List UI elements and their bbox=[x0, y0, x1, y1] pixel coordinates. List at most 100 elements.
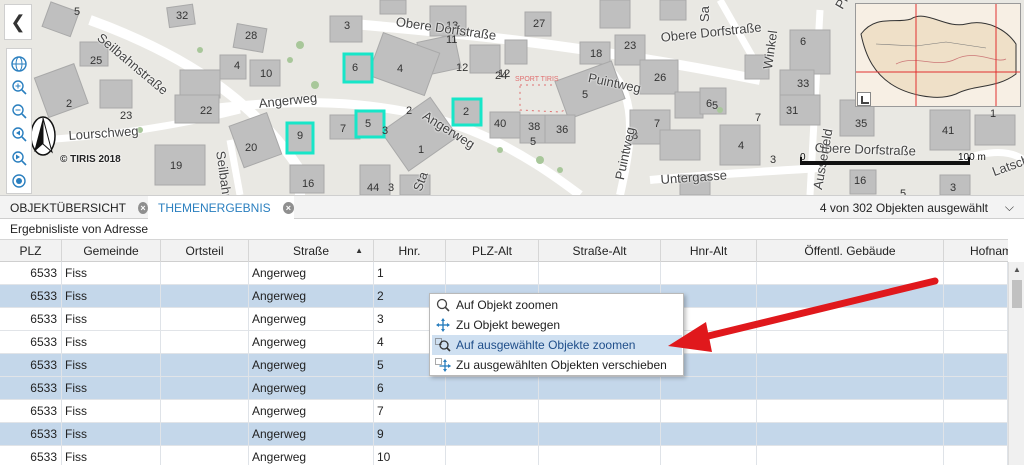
result-list-title: Ergebnisliste von Adresse bbox=[10, 222, 149, 236]
table-row[interactable]: 6533 Fiss Angerweg 9 bbox=[0, 423, 1008, 446]
cell-gemeinde: Fiss bbox=[62, 423, 161, 446]
table-row[interactable]: 6533 Fiss Angerweg 6 bbox=[0, 377, 1008, 400]
cell-strasse: Angerweg bbox=[249, 308, 374, 331]
house-number-label: 19 bbox=[170, 160, 183, 172]
cell-hnr-alt bbox=[661, 377, 757, 400]
cell-ortsteil bbox=[161, 331, 249, 354]
house-number-label: 44 bbox=[367, 182, 380, 194]
house-number-label: 6 bbox=[800, 36, 807, 48]
cell-hofname bbox=[944, 400, 1008, 423]
column-header-gemeinde[interactable]: Gemeinde bbox=[62, 240, 161, 262]
house-number-label: 32 bbox=[176, 10, 189, 22]
cell-strasse-alt bbox=[539, 262, 661, 285]
zoom-out-icon[interactable] bbox=[9, 101, 29, 121]
tab-label: OBJEKTÜBERSICHT bbox=[10, 200, 127, 215]
move-icon bbox=[434, 316, 452, 334]
cell-strasse-alt bbox=[539, 446, 661, 465]
cell-plz: 6533 bbox=[0, 262, 62, 285]
magnifier-icon bbox=[434, 296, 452, 314]
menu-item-label: Auf ausgewählte Objekte zoomen bbox=[456, 338, 636, 352]
close-icon[interactable]: × bbox=[138, 201, 148, 214]
map-view[interactable]: 32 3 13 27 5 28 11 18 23 4 25 6 4 10 12 24 26 6 33 2 23 22 2 5 6… bbox=[0, 0, 1024, 195]
locate-icon[interactable] bbox=[9, 172, 29, 192]
overview-toggle-button[interactable] bbox=[857, 92, 871, 106]
zoom-next-icon[interactable] bbox=[9, 148, 29, 168]
house-number-label: 25 bbox=[90, 55, 103, 67]
column-header-hnr-alt[interactable]: Hnr-Alt bbox=[661, 240, 757, 262]
house-number-label: 5 bbox=[900, 188, 907, 195]
poi-label: SPORT TIRIS bbox=[515, 76, 559, 83]
cell-gemeinde: Fiss bbox=[62, 377, 161, 400]
collapse-button[interactable]: ❮ bbox=[4, 4, 32, 40]
house-number-label: 31 bbox=[786, 105, 799, 117]
cell-strasse: Angerweg bbox=[249, 354, 374, 377]
cell-gemeinde: Fiss bbox=[62, 446, 161, 465]
cell-gemeinde: Fiss bbox=[62, 308, 161, 331]
chevron-down-icon[interactable]: ⌵ bbox=[1005, 200, 1014, 215]
menu-item-zoom-to-selection[interactable]: Auf ausgewählte Objekte zoomen bbox=[432, 335, 682, 355]
tab-label: THEMENERGEBNIS bbox=[158, 200, 271, 215]
cell-hnr: 10 bbox=[374, 446, 446, 465]
cell-oeffentl-gebaeude bbox=[757, 262, 944, 285]
vertical-scrollbar[interactable]: ▲ bbox=[1008, 262, 1024, 465]
cell-strasse-alt bbox=[539, 400, 661, 423]
cell-strasse: Angerweg bbox=[249, 285, 374, 308]
menu-item-move-to-selection[interactable]: Zu ausgewählten Objekten verschieben bbox=[432, 355, 682, 375]
house-number-label: 5 bbox=[712, 100, 719, 112]
column-header-plz-alt[interactable]: PLZ-Alt bbox=[446, 240, 539, 262]
menu-item-label: Zu Objekt bewegen bbox=[456, 318, 561, 332]
house-number-label: 3 bbox=[950, 182, 957, 194]
menu-item-move-to-object[interactable]: Zu Objekt bewegen bbox=[432, 315, 682, 335]
scroll-up-icon[interactable]: ▲ bbox=[1009, 262, 1024, 278]
cell-oeffentl-gebaeude bbox=[757, 354, 944, 377]
house-number-label: 16 bbox=[302, 178, 315, 190]
house-number-label: 35 bbox=[855, 118, 868, 130]
cell-gemeinde: Fiss bbox=[62, 400, 161, 423]
menu-item-zoom-to-object[interactable]: Auf Objekt zoomen bbox=[432, 295, 682, 315]
house-number-label: 4 bbox=[738, 140, 745, 152]
cell-gemeinde: Fiss bbox=[62, 285, 161, 308]
house-number-label: 23 bbox=[624, 40, 637, 52]
house-number-label: 9 bbox=[297, 130, 304, 142]
column-header-strasse-alt[interactable]: Straße-Alt bbox=[539, 240, 661, 262]
scroll-thumb[interactable] bbox=[1012, 280, 1022, 308]
result-tabbar: OBJEKTÜBERSICHT × THEMENERGEBNIS × 4 von… bbox=[0, 195, 1024, 219]
cell-plz: 6533 bbox=[0, 285, 62, 308]
column-header-plz[interactable]: PLZ bbox=[0, 240, 62, 262]
close-icon[interactable]: × bbox=[282, 201, 294, 214]
cell-oeffentl-gebaeude bbox=[757, 377, 944, 400]
tab-themenergebnis[interactable]: THEMENERGEBNIS × bbox=[148, 196, 294, 219]
cell-plz: 6533 bbox=[0, 423, 62, 446]
street-label: Sa bbox=[697, 6, 712, 22]
house-number-label: 23 bbox=[120, 110, 133, 122]
house-number-label: 12 bbox=[456, 62, 469, 74]
table-row[interactable]: 6533 Fiss Angerweg 10 bbox=[0, 446, 1008, 465]
cell-hofname bbox=[944, 423, 1008, 446]
sort-ascending-icon: ▲ bbox=[355, 246, 363, 255]
house-number-label: 3 bbox=[382, 125, 389, 137]
cell-strasse: Angerweg bbox=[249, 377, 374, 400]
zoom-in-icon[interactable] bbox=[9, 78, 29, 98]
cell-strasse: Angerweg bbox=[249, 446, 374, 465]
tab-objektuebersicht[interactable]: OBJEKTÜBERSICHT × bbox=[0, 196, 148, 219]
table-row[interactable]: 6533 Fiss Angerweg 1 bbox=[0, 262, 1008, 285]
zoom-selection-icon bbox=[434, 336, 452, 354]
cell-hnr: 1 bbox=[374, 262, 446, 285]
column-header-hnr[interactable]: Hnr. bbox=[374, 240, 446, 262]
cell-hofname bbox=[944, 377, 1008, 400]
column-header-oeffentl-gebaeude[interactable]: Öffentl. Gebäude bbox=[757, 240, 944, 262]
cell-hofname bbox=[944, 354, 1008, 377]
globe-icon[interactable] bbox=[9, 54, 29, 74]
cell-oeffentl-gebaeude bbox=[757, 308, 944, 331]
cell-gemeinde: Fiss bbox=[62, 331, 161, 354]
table-row[interactable]: 6533 Fiss Angerweg 7 bbox=[0, 400, 1008, 423]
house-number-label: 27 bbox=[533, 18, 546, 30]
cell-plz: 6533 bbox=[0, 400, 62, 423]
column-header-hofname[interactable]: Hofname bbox=[944, 240, 1008, 262]
column-header-strasse[interactable]: Straße ▲ bbox=[249, 240, 374, 262]
zoom-previous-icon[interactable] bbox=[9, 125, 29, 145]
house-number-label: 10 bbox=[260, 68, 273, 80]
house-number-label: 1 bbox=[418, 144, 425, 156]
column-header-ortsteil[interactable]: Ortsteil bbox=[161, 240, 249, 262]
overview-map[interactable] bbox=[855, 3, 1021, 107]
